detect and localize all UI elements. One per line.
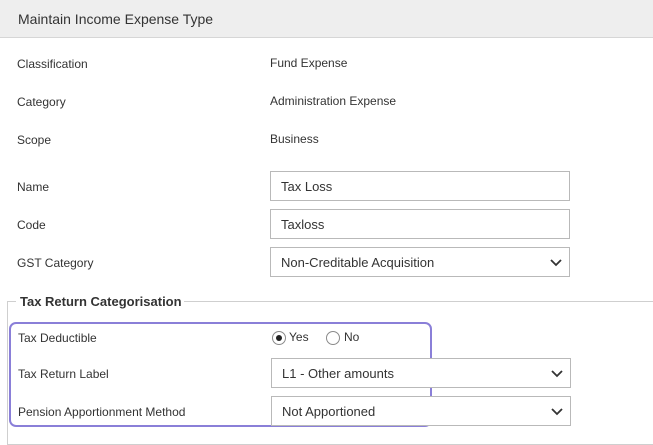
category-value: Administration Expense <box>270 94 397 108</box>
pension-apportionment-method-select[interactable]: Not Apportioned <box>271 396 571 426</box>
tax-deductible-no-radio[interactable] <box>326 331 340 345</box>
scope-value: Business <box>270 132 319 146</box>
page-header: Maintain Income Expense Type <box>0 0 653 38</box>
tax-return-label-selected-value: L1 - Other amounts <box>282 366 394 381</box>
tax-deductible-label: Tax Deductible <box>18 331 97 345</box>
category-label: Category <box>17 95 66 109</box>
fieldset-border-right-top <box>174 301 653 302</box>
name-label: Name <box>17 180 50 194</box>
gst-category-selected-value: Non-Creditable Acquisition <box>281 255 435 270</box>
radio-selected-dot <box>276 335 282 341</box>
chevron-down-icon <box>550 259 562 267</box>
scope-label: Scope <box>17 133 52 147</box>
gst-category-label: GST Category <box>17 256 94 270</box>
code-label: Code <box>17 218 46 232</box>
tax-deductible-no-label[interactable]: No <box>344 330 359 344</box>
tax-return-label-select[interactable]: L1 - Other amounts <box>271 358 571 388</box>
tax-deductible-yes-label[interactable]: Yes <box>289 330 309 344</box>
name-input[interactable] <box>270 171 570 201</box>
pension-apportionment-method-label: Pension Apportionment Method <box>18 405 186 419</box>
pension-apportionment-method-selected-value: Not Apportioned <box>282 404 376 419</box>
code-input[interactable] <box>270 209 570 239</box>
fieldset-border-left <box>7 301 8 445</box>
page-title: Maintain Income Expense Type <box>18 11 214 27</box>
classification-label: Classification <box>17 57 88 71</box>
classification-value: Fund Expense <box>270 56 348 70</box>
tax-return-categorisation-legend: Tax Return Categorisation <box>18 294 184 309</box>
gst-category-select[interactable]: Non-Creditable Acquisition <box>270 247 570 277</box>
tax-deductible-yes-radio[interactable] <box>272 331 286 345</box>
chevron-down-icon <box>551 408 563 416</box>
chevron-down-icon <box>551 370 563 378</box>
fieldset-border-left-top <box>7 301 16 302</box>
tax-return-label-label: Tax Return Label <box>18 367 109 381</box>
